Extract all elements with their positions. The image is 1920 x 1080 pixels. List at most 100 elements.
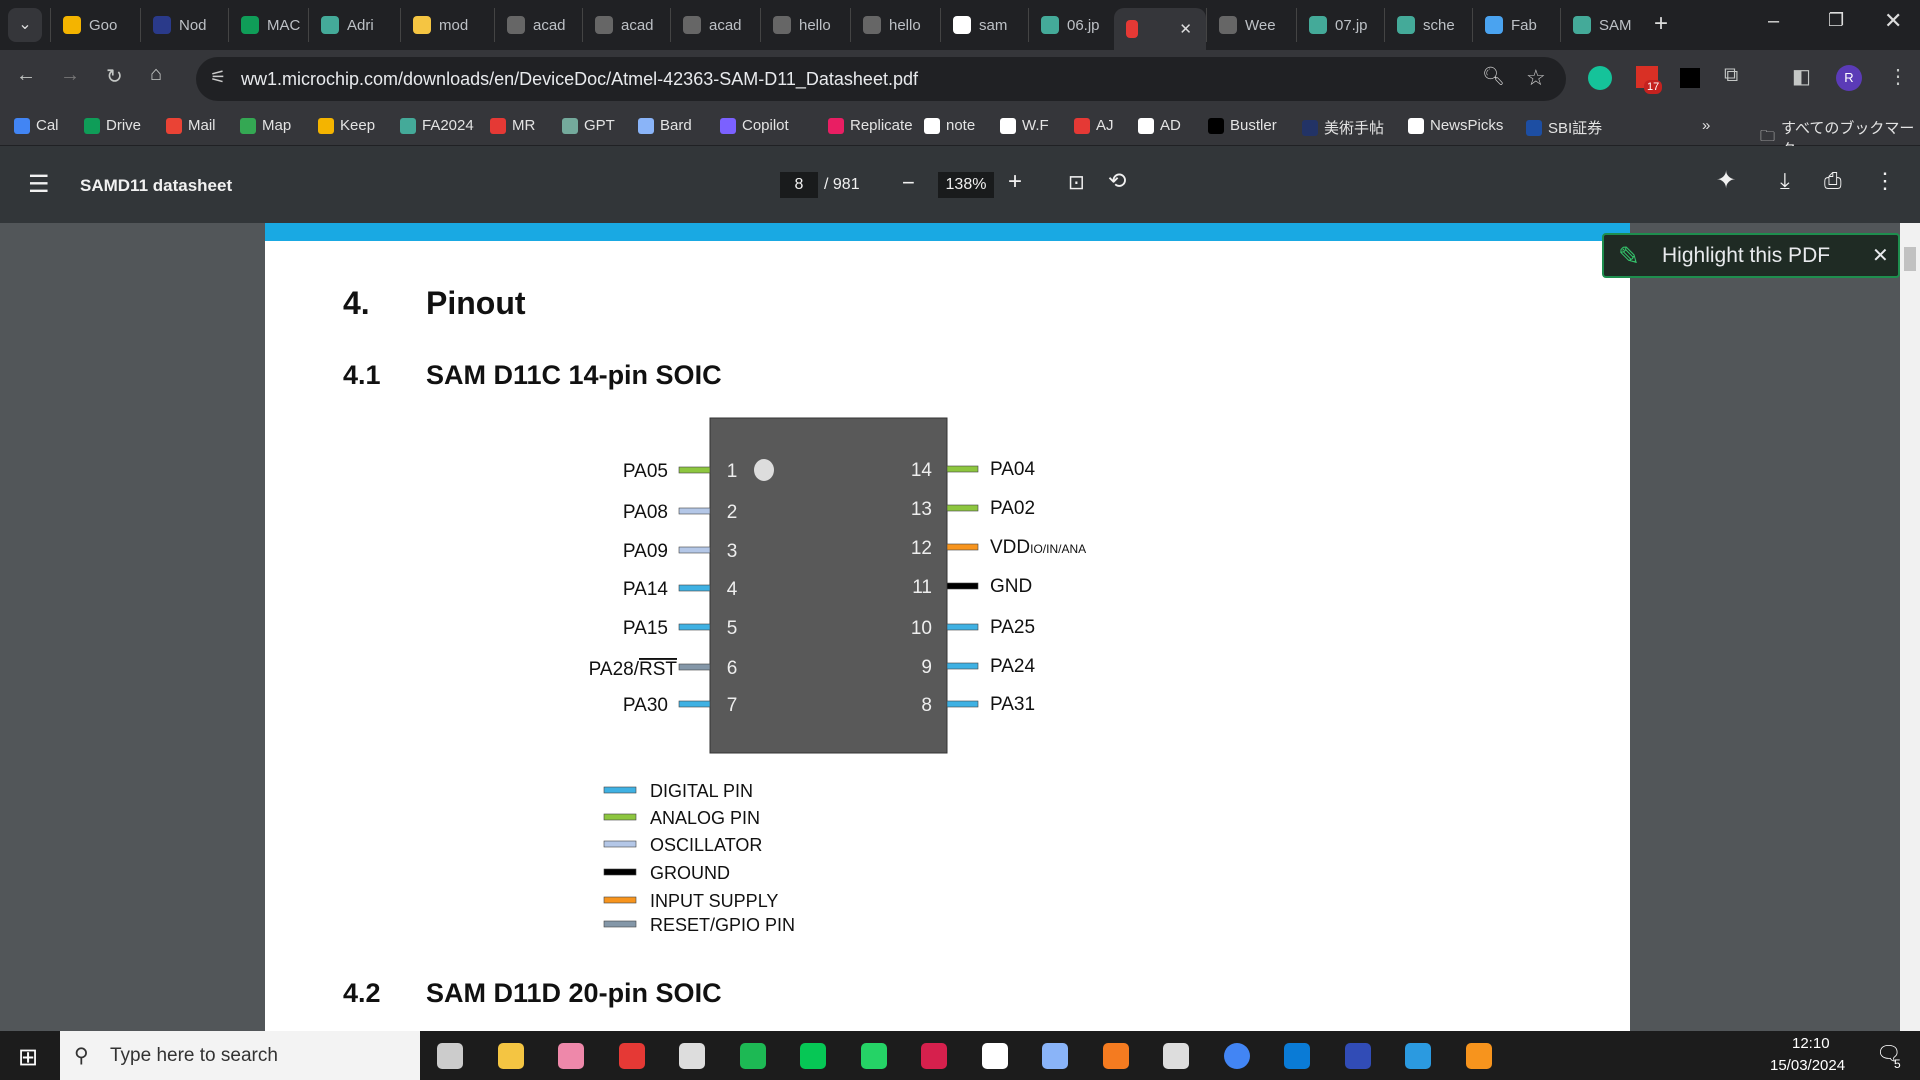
browser-tab[interactable]: ✕ — [1114, 8, 1206, 50]
tab-search-button[interactable]: ⌄ — [8, 8, 42, 42]
bookmark-item[interactable]: AD — [1138, 117, 1181, 134]
bookmark-item[interactable]: W.F — [1000, 117, 1049, 134]
more-options-icon[interactable]: ⋮ — [1874, 168, 1896, 194]
sidebar-menu-icon[interactable]: ☰ — [28, 170, 50, 199]
chrome-icon[interactable] — [1223, 1043, 1250, 1069]
scrollbar-thumb[interactable] — [1904, 247, 1916, 271]
bookmark-item[interactable]: note — [924, 117, 975, 134]
ai-sparkle-icon[interactable]: ✦ — [1716, 166, 1736, 195]
browser-tab[interactable]: Fab — [1472, 8, 1560, 42]
pin-name: VDD — [990, 537, 1030, 558]
print-icon[interactable]: ⎙ — [1824, 168, 1842, 194]
legend-swatch — [603, 786, 637, 794]
browser-tab[interactable]: 07.jp — [1296, 8, 1384, 42]
bookmark-item[interactable]: NewsPicks — [1408, 117, 1503, 134]
rotate-icon[interactable]: ⟲ — [1108, 168, 1126, 194]
vscode-icon[interactable] — [1284, 1043, 1310, 1069]
openai-extension-icon[interactable] — [1680, 68, 1700, 88]
zoom-in-button[interactable]: + — [1008, 168, 1022, 196]
bookmark-item[interactable]: Keep — [318, 117, 375, 134]
bookmark-item[interactable]: MR — [490, 117, 535, 134]
zoom-icon[interactable]: 🔍︎ — [1482, 66, 1505, 87]
browser-tab[interactable]: Adri — [308, 8, 400, 42]
browser-tab[interactable]: 06.jp — [1028, 8, 1114, 42]
browser-tab[interactable]: acad — [494, 8, 582, 42]
zoom-level-input[interactable]: 138% — [938, 172, 994, 198]
bookmark-item[interactable]: Copilot — [720, 117, 789, 134]
browser-tab[interactable]: Wee — [1206, 8, 1296, 42]
tab-title: sam — [979, 16, 1008, 34]
spotify-icon[interactable] — [739, 1043, 766, 1069]
close-window-button[interactable]: ✕ — [1884, 8, 1902, 34]
bookmark-item[interactable]: SBI証券 — [1526, 117, 1602, 138]
browser-tab[interactable]: hello — [850, 8, 940, 42]
kicad-tool-icon[interactable] — [1042, 1043, 1068, 1069]
browser-tab[interactable]: Nod — [140, 8, 228, 42]
bookmark-item[interactable]: Replicate — [828, 117, 913, 134]
bookmark-item[interactable]: GPT — [562, 117, 615, 134]
side-panel-icon[interactable]: ◧ — [1792, 64, 1811, 89]
fusion-icon[interactable] — [1102, 1043, 1129, 1069]
app-icon[interactable] — [1163, 1043, 1189, 1069]
start-icon[interactable]: ⊞ — [18, 1043, 38, 1072]
browser-tab[interactable]: mod — [400, 8, 494, 42]
photos-icon[interactable] — [558, 1043, 584, 1069]
tab-title: mod — [439, 16, 469, 34]
more-bookmarks-chevron[interactable]: » — [1702, 117, 1710, 134]
zoom-out-button[interactable]: − — [902, 170, 915, 196]
bookmark-item[interactable]: 美術手帖 — [1302, 117, 1384, 138]
acrobat-icon[interactable] — [921, 1043, 947, 1069]
settings-icon[interactable] — [679, 1043, 705, 1069]
browser-tab[interactable]: acad — [582, 8, 670, 42]
minimize-button[interactable]: – — [1768, 10, 1779, 33]
extensions-icon[interactable]: ⧉ — [1724, 64, 1738, 87]
address-bar[interactable]: ⚟ ww1.microchip.com/downloads/en/DeviceD… — [196, 57, 1566, 101]
bookmark-star-icon[interactable]: ☆ — [1526, 65, 1546, 91]
tab-title: 07.jp — [1335, 16, 1368, 34]
browser-tab[interactable]: sam — [940, 8, 1028, 42]
kicad-icon[interactable] — [1344, 1043, 1371, 1069]
restore-button[interactable]: ❐ — [1828, 10, 1844, 31]
bookmark-item[interactable]: FA2024 — [400, 117, 474, 134]
site-info-icon[interactable]: ⚟ — [210, 67, 226, 88]
line-icon[interactable] — [800, 1043, 826, 1069]
browser-tab[interactable]: acad — [670, 8, 760, 42]
inkscape-icon[interactable] — [981, 1043, 1008, 1069]
file-explorer-icon[interactable] — [497, 1043, 524, 1069]
weather-icon[interactable] — [1465, 1043, 1492, 1069]
browser-tab[interactable]: Goo — [50, 8, 140, 42]
task-view-icon[interactable] — [437, 1043, 463, 1069]
page-number-input[interactable]: 8 — [780, 172, 818, 198]
profile-avatar[interactable]: R — [1836, 65, 1862, 91]
pin-lead — [946, 504, 979, 512]
browser-tab[interactable]: hello — [760, 8, 850, 42]
back-icon[interactable]: ← — [16, 64, 36, 87]
tab-favicon-icon — [63, 16, 81, 34]
browser-tab[interactable]: sche — [1384, 8, 1472, 42]
bookmark-item[interactable]: Drive — [84, 117, 141, 134]
browser-tab[interactable]: MAC — [228, 8, 308, 42]
bookmark-item[interactable]: Mail — [166, 117, 216, 134]
scrollbar[interactable] — [1900, 223, 1920, 1031]
fit-page-icon[interactable]: ⊡ — [1068, 170, 1085, 195]
bookmark-item[interactable]: Map — [240, 117, 291, 134]
bookmark-item[interactable]: Bard — [638, 117, 692, 134]
browser-tab[interactable]: SAM — [1560, 8, 1648, 42]
taskbar-search[interactable]: ⚲ Type here to search — [60, 1031, 420, 1080]
download-icon[interactable]: ⤓ — [1780, 168, 1790, 194]
grammarly-icon[interactable] — [1588, 66, 1612, 90]
tab-close-icon[interactable]: ✕ — [1179, 20, 1192, 38]
bookmark-item[interactable]: AJ — [1074, 117, 1114, 134]
home-icon[interactable]: ⌂ — [150, 63, 162, 86]
forward-icon[interactable]: → — [60, 64, 80, 87]
highlight-pdf-popup[interactable]: ✎ Highlight this PDF ✕ — [1602, 233, 1900, 278]
bookmark-item[interactable]: Bustler — [1208, 117, 1277, 134]
whatsapp-icon[interactable] — [860, 1043, 887, 1069]
reload-icon[interactable]: ↻ — [106, 64, 123, 89]
help-icon[interactable] — [1405, 1043, 1431, 1069]
menu-icon[interactable]: ⋮ — [1888, 64, 1908, 89]
new-tab-button[interactable]: + — [1654, 10, 1668, 38]
popup-close-icon[interactable]: ✕ — [1872, 243, 1889, 268]
voice-recorder-icon[interactable] — [618, 1043, 645, 1069]
bookmark-item[interactable]: Cal — [14, 117, 59, 134]
